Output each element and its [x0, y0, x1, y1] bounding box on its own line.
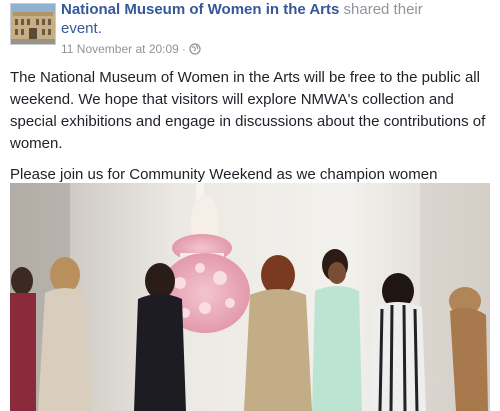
post-photo[interactable]: [10, 183, 490, 411]
post-meta: 11 November at 20:09 ·: [61, 41, 481, 59]
page-name-link[interactable]: National Museum of Women in the Arts: [61, 1, 339, 18]
page-avatar[interactable]: [10, 3, 56, 45]
gallery-photo-illustration: [10, 183, 490, 411]
post-header-text: National Museum of Women in the Arts sha…: [61, 0, 481, 59]
header-title-line: National Museum of Women in the Arts sha…: [61, 0, 481, 38]
museum-building-icon: [11, 4, 55, 44]
feed-post: National Museum of Women in the Arts sha…: [0, 0, 500, 411]
event-link[interactable]: event.: [61, 20, 102, 37]
globe-icon[interactable]: [189, 43, 201, 59]
post-paragraph-1: The National Museum of Women in the Arts…: [10, 69, 486, 152]
shared-text: shared their: [339, 1, 423, 18]
meta-separator: ·: [181, 42, 186, 56]
post-header: National Museum of Women in the Arts sha…: [10, 0, 490, 58]
post-timestamp[interactable]: 11 November at 20:09: [61, 42, 179, 56]
